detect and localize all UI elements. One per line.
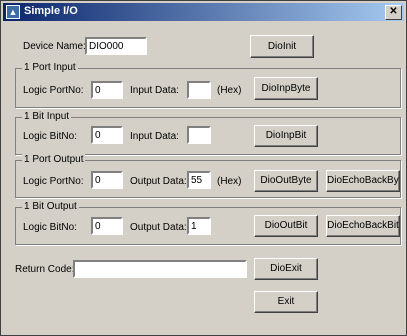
port-input-hex-unit: (Hex) (217, 85, 242, 96)
device-name-label: Device Name: (23, 41, 86, 52)
return-code-field[interactable] (73, 260, 247, 278)
window-title: Simple I/O (24, 5, 78, 17)
port-output-data-field[interactable] (187, 171, 211, 189)
bit-output-data-field[interactable] (187, 217, 211, 235)
dio-exit-button[interactable]: DioExit (254, 258, 318, 280)
port-input-logic-port-label: Logic PortNo: (23, 85, 84, 96)
bit-input-logic-bit-field[interactable] (91, 126, 123, 144)
port-input-logic-port-field[interactable] (91, 81, 123, 99)
port-input-legend: 1 Port Input (22, 62, 78, 73)
bit-output-legend: 1 Bit Output (22, 201, 79, 212)
port-input-data-label: Input Data: (130, 85, 179, 96)
port-output-logic-port-field[interactable] (91, 171, 123, 189)
return-code-label: Return Code: (15, 264, 75, 275)
port-output-data-label: Output Data: (130, 176, 187, 187)
dio-echo-back-byte-button[interactable]: DioEchoBackByte (326, 170, 400, 192)
bit-input-legend: 1 Bit Input (22, 111, 72, 122)
bit-output-logic-bit-field[interactable] (91, 217, 123, 235)
bit-output-data-label: Output Data: (130, 222, 187, 233)
port-output-hex-unit: (Hex) (217, 176, 242, 187)
port-input-data-field[interactable] (187, 81, 211, 99)
device-name-field[interactable] (85, 37, 147, 55)
bit-input-data-field[interactable] (187, 126, 211, 144)
dio-inp-bit-button[interactable]: DioInpBit (254, 125, 318, 147)
dio-out-byte-button[interactable]: DioOutByte (254, 170, 318, 192)
bit-input-logic-bit-label: Logic BitNo: (23, 131, 77, 142)
title-bar[interactable]: ▲ Simple I/O ✕ (3, 3, 404, 21)
dio-inp-byte-button[interactable]: DioInpByte (254, 77, 318, 100)
bit-output-logic-bit-label: Logic BitNo: (23, 222, 77, 233)
bit-input-data-label: Input Data: (130, 131, 179, 142)
exit-button[interactable]: Exit (254, 291, 318, 313)
simple-io-window: ▲ Simple I/O ✕ Device Name: DioInit 1 Po… (0, 0, 407, 336)
port-output-legend: 1 Port Output (22, 154, 86, 165)
dio-echo-back-bit-button[interactable]: DioEchoBackBit (326, 215, 400, 237)
dio-init-button[interactable]: DioInit (250, 35, 314, 58)
port-output-logic-port-label: Logic PortNo: (23, 176, 84, 187)
app-icon: ▲ (6, 5, 20, 19)
close-icon[interactable]: ✕ (385, 5, 402, 20)
dio-out-bit-button[interactable]: DioOutBit (254, 215, 318, 237)
